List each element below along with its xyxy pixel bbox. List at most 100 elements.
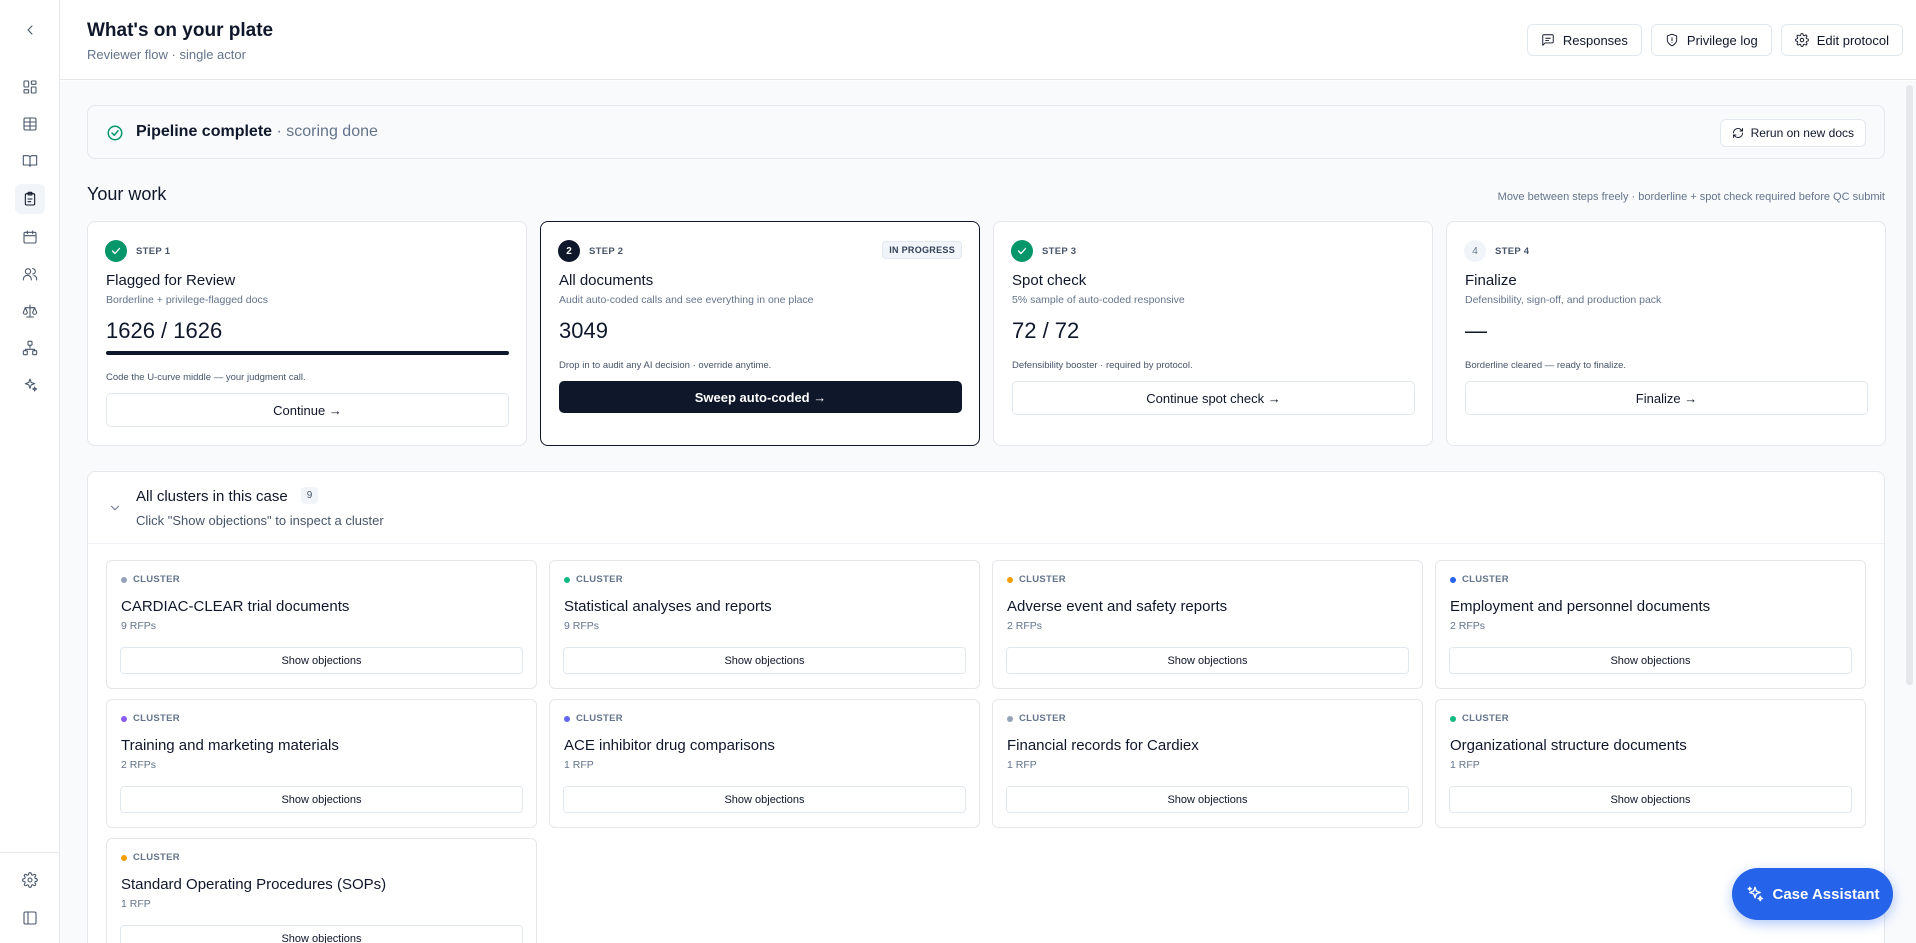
step-value: 3049: [559, 318, 608, 343]
refresh-icon: [1732, 128, 1743, 138]
show-objections-button[interactable]: Show objections: [1006, 647, 1409, 674]
show-objections-button[interactable]: Show objections: [120, 786, 523, 813]
cluster-kicker-label: CLUSTER: [1019, 574, 1066, 585]
cluster-kicker-label: CLUSTER: [1019, 713, 1066, 724]
clipboard-icon[interactable]: [15, 184, 45, 214]
step-description: Borderline + privilege-flagged docs: [106, 294, 268, 306]
step-title: Finalize: [1465, 272, 1517, 289]
sparkles-icon[interactable]: [20, 375, 40, 395]
step-description: Defensibility, sign-off, and production …: [1465, 294, 1662, 306]
continue-spot-check-button[interactable]: Continue spot check →: [1012, 381, 1415, 415]
chevron-left-icon[interactable]: [20, 20, 40, 40]
show-objections-button[interactable]: Show objections: [563, 647, 966, 674]
show-objections-button[interactable]: Show objections: [563, 786, 966, 813]
gear-icon[interactable]: [20, 870, 40, 890]
users-icon[interactable]: [20, 264, 40, 284]
show-objections-button[interactable]: Show objections: [1006, 786, 1409, 813]
cluster-kicker-label: CLUSTER: [133, 852, 180, 863]
cluster-kicker: CLUSTER: [1450, 713, 1509, 724]
check-icon: [1017, 247, 1027, 255]
cluster-color-dot: [121, 715, 127, 722]
privilege-log-button-label: Privilege log: [1686, 32, 1758, 48]
panel-left-icon[interactable]: [20, 908, 40, 928]
show-objections-button[interactable]: Show objections: [1449, 786, 1852, 813]
cluster-rfp-count: 2 RFPs: [1450, 620, 1486, 632]
step-progress-bar: [106, 351, 509, 355]
your-work-heading: Your work: [87, 184, 167, 204]
scale-icon[interactable]: [20, 301, 40, 321]
step-4-number-badge: 4: [1464, 240, 1486, 262]
network-icon[interactable]: [20, 338, 40, 358]
layout-grid-icon[interactable]: [20, 77, 40, 97]
show-objections-button[interactable]: Show objections: [120, 925, 523, 943]
shield-icon: [1666, 33, 1678, 47]
case-assistant-button[interactable]: Case Assistant: [1732, 868, 1893, 920]
cluster-rfp-count: 1 RFP: [121, 898, 151, 910]
chevron-down-icon[interactable]: [108, 501, 122, 515]
responses-button[interactable]: Responses: [1526, 24, 1642, 56]
sidebar: [0, 0, 60, 943]
pipeline-status-banner: Pipeline complete · scoring done Rerun o…: [87, 105, 1885, 159]
step-label: STEP 1: [136, 246, 171, 257]
cluster-kicker-label: CLUSTER: [576, 713, 623, 724]
step-hint: Borderline cleared — ready to finalize.: [1465, 360, 1627, 371]
book-open-icon[interactable]: [20, 151, 40, 171]
show-objections-button[interactable]: Show objections: [120, 647, 523, 674]
step-card-flagged: STEP 1 Flagged for Review Borderline + p…: [87, 221, 527, 446]
step-progress-fill: [106, 351, 509, 355]
cluster-kicker: CLUSTER: [121, 574, 180, 585]
cluster-card: CLUSTER Financial records for Cardiex 1 RF…: [992, 699, 1423, 828]
clusters-header[interactable]: All clusters in this case 9 Click "Show …: [88, 472, 1884, 544]
edit-protocol-button[interactable]: Edit protocol: [1780, 24, 1903, 56]
step-1-check-badge: [105, 240, 127, 262]
step-card-finalize: 4 STEP 4 Finalize Defensibility, sign-of…: [1446, 221, 1886, 446]
cluster-title: Adverse event and safety reports: [1007, 598, 1228, 615]
privilege-log-button[interactable]: Privilege log: [1650, 24, 1772, 56]
step-card-spot-check: STEP 3 Spot check 5% sample of auto-code…: [993, 221, 1433, 446]
finalize-button[interactable]: Finalize →: [1465, 381, 1868, 415]
cluster-rfp-count: 9 RFPs: [121, 620, 157, 632]
cluster-title: ACE inhibitor drug comparisons: [564, 737, 775, 754]
table-icon[interactable]: [20, 114, 40, 134]
cluster-kicker-label: CLUSTER: [576, 574, 623, 585]
step-hint: Drop in to audit any AI decision · overr…: [559, 360, 772, 371]
cluster-color-dot: [1450, 715, 1456, 722]
rerun-button[interactable]: Rerun on new docs: [1719, 119, 1866, 147]
sparkles-icon: [1747, 886, 1763, 902]
check-circle-icon: [106, 124, 124, 142]
cluster-color-dot: [1007, 715, 1013, 722]
cluster-card: CLUSTER Employment and personnel document…: [1435, 560, 1866, 689]
cluster-kicker: CLUSTER: [564, 574, 623, 585]
cluster-kicker: CLUSTER: [1007, 574, 1066, 585]
calendar-icon[interactable]: [20, 227, 40, 247]
cluster-rfp-count: 1 RFP: [564, 759, 594, 771]
step-label: STEP 4: [1495, 246, 1530, 257]
clusters-title: All clusters in this case: [136, 488, 288, 505]
step-value: 1626 / 1626: [106, 318, 223, 343]
cluster-rfp-count: 9 RFPs: [564, 620, 600, 632]
gear-icon: [1794, 33, 1809, 47]
cluster-title: Financial records for Cardiex: [1007, 737, 1199, 754]
cluster-kicker: CLUSTER: [1007, 713, 1066, 724]
clusters-panel: All clusters in this case 9 Click "Show …: [87, 471, 1885, 943]
continue-button[interactable]: Continue →: [106, 393, 509, 427]
page-subtitle: Reviewer flow · single actor: [87, 47, 246, 62]
scrollbar[interactable]: [1906, 85, 1913, 685]
cluster-color-dot: [564, 715, 570, 722]
pipeline-status: Pipeline complete: [136, 123, 273, 140]
step-value: 72 / 72: [1012, 318, 1080, 343]
cluster-rfp-count: 1 RFP: [1007, 759, 1037, 771]
step-2-number-badge: 2: [558, 240, 580, 262]
cluster-color-dot: [121, 854, 127, 861]
cluster-kicker-label: CLUSTER: [133, 713, 180, 724]
cluster-kicker: CLUSTER: [121, 713, 180, 724]
cluster-color-dot: [1450, 576, 1456, 583]
your-work-note: Move between steps freely · borderline +…: [1497, 191, 1885, 203]
pipeline-detail: · scoring done: [272, 123, 378, 140]
cluster-card: CLUSTER Organizational structure document…: [1435, 699, 1866, 828]
sweep-auto-coded-button[interactable]: Sweep auto-coded →: [559, 381, 962, 413]
clusters-subtitle: Click "Show objections" to inspect a clu…: [136, 513, 384, 528]
step-hint: Code the U-curve middle — your judgment …: [106, 372, 306, 383]
show-objections-button[interactable]: Show objections: [1449, 647, 1852, 674]
cluster-kicker: CLUSTER: [564, 713, 623, 724]
